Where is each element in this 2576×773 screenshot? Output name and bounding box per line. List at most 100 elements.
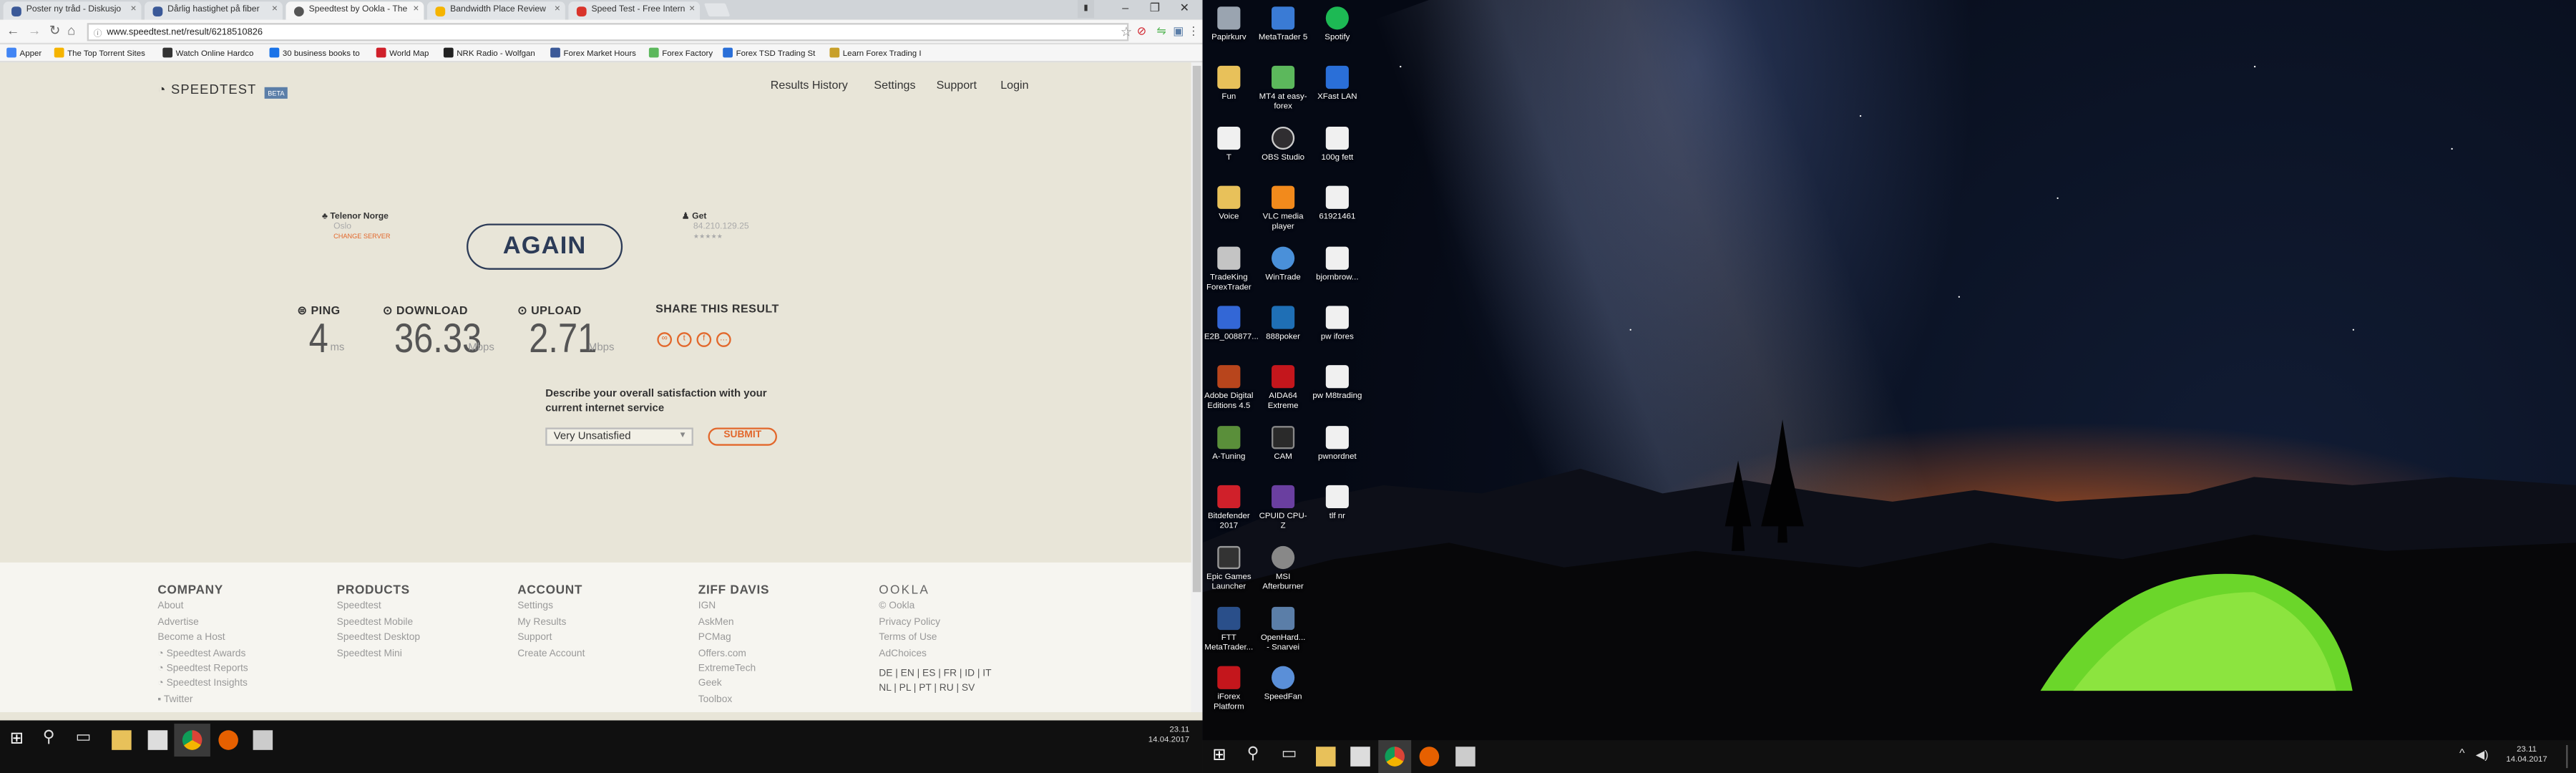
bookmark[interactable]: Forex Market Hours — [550, 47, 636, 59]
footer-link[interactable]: Toolbox — [698, 694, 769, 709]
bookmark[interactable]: NRK Radio - Wolfgan — [443, 47, 535, 59]
footer-link[interactable]: About — [157, 601, 248, 617]
firefox-icon[interactable] — [218, 730, 238, 750]
scrollbar[interactable] — [1191, 62, 1203, 712]
footer-link[interactable]: AdChoices — [879, 648, 991, 663]
desktop-icon-file[interactable]: pw ifores — [1312, 306, 1362, 342]
desktop-icon-file[interactable]: tlf nr — [1312, 485, 1362, 521]
desktop-icon-mt4[interactable]: MT4 at easy-forex — [1259, 65, 1308, 112]
desktop-icon-atuning[interactable]: A-Tuning — [1204, 426, 1254, 462]
footer-link[interactable]: Speedtest Desktop — [337, 632, 420, 648]
satisfaction-select[interactable]: Very Unsatisfied ▼ — [545, 427, 693, 446]
nav-results-history[interactable]: Results History — [771, 81, 848, 92]
desktop-icon-file[interactable]: bjornbrow... — [1312, 246, 1362, 283]
tray-chevron-icon[interactable]: ^ — [2459, 749, 2465, 760]
menu-icon[interactable]: ⋮ — [1188, 24, 1199, 38]
ookla-logo[interactable]: OOKLA — [879, 582, 991, 598]
taskbar-chrome-active[interactable] — [174, 724, 210, 757]
search-icon[interactable]: ⚲ — [43, 729, 63, 749]
nav-support[interactable]: Support — [937, 81, 977, 92]
facebook-icon[interactable]: f — [696, 332, 712, 347]
store-icon[interactable] — [147, 730, 168, 750]
nav-login[interactable]: Login — [1000, 81, 1028, 92]
close-window-button[interactable]: ✕ — [1170, 0, 1199, 18]
desktop-icon-bitdefender[interactable]: Bitdefender 2017 — [1204, 485, 1254, 531]
extension-icon[interactable]: ⊘ — [1137, 24, 1146, 38]
desktop-icon-afterburner[interactable]: MSI Afterburner — [1259, 545, 1308, 592]
windows-start-icon[interactable]: ⊞ — [10, 730, 30, 750]
bookmark[interactable]: Forex Factory — [648, 47, 713, 59]
footer-link[interactable]: Terms of Use — [879, 632, 991, 648]
calculator-icon[interactable] — [1455, 747, 1475, 767]
taskbar-chrome-active[interactable] — [1378, 740, 1412, 773]
desktop-icon-file[interactable]: pwnordnet — [1312, 426, 1362, 462]
bookmark-star-icon[interactable]: ☆ — [1120, 24, 1132, 39]
nav-settings[interactable]: Settings — [874, 81, 915, 92]
close-tab-icon[interactable]: × — [130, 5, 136, 15]
speedtest-logo[interactable]: ◔ SPEEDTEST — [157, 82, 256, 97]
bookmark[interactable]: Learn Forex Trading I — [829, 47, 922, 59]
task-view-icon[interactable]: ▭ — [76, 729, 96, 749]
desktop-icon-spotify[interactable]: Spotify — [1312, 6, 1362, 43]
clock-left[interactable]: 23.11 14.04.2017 — [1133, 725, 1189, 745]
extension-icon[interactable]: ▣ — [1173, 24, 1184, 38]
tab-4[interactable]: Bandwidth Place Review × — [426, 1, 565, 20]
submit-button[interactable]: SUBMIT — [708, 427, 777, 446]
footer-link[interactable]: My Results — [517, 616, 585, 632]
tab-1[interactable]: Poster ny tråd - Diskusjo × — [3, 1, 142, 20]
desktop-icon-tradeking[interactable]: TradeKing ForexTrader — [1204, 246, 1254, 293]
desktop-icon-file[interactable]: 61921461 — [1312, 185, 1362, 222]
desktop-icon-cpuz[interactable]: CPUID CPU-Z — [1259, 485, 1308, 531]
desktop-icon-vlc[interactable]: VLC media player — [1259, 185, 1308, 232]
bookmark[interactable]: Watch Online Hardco — [162, 47, 253, 59]
desktop-icon-folder[interactable]: Voice — [1204, 185, 1254, 222]
close-tab-icon[interactable]: × — [272, 5, 278, 15]
calculator-icon[interactable] — [253, 730, 273, 750]
profile-button[interactable]: ▮ — [1078, 0, 1095, 19]
rating-stars[interactable]: ★★★★★ — [693, 232, 749, 240]
extension-icon[interactable]: ⇋ — [1156, 24, 1166, 38]
close-tab-icon[interactable]: × — [555, 5, 560, 15]
file-explorer-icon[interactable] — [1316, 747, 1336, 767]
desktop-icon-metatrader5[interactable]: MetaTrader 5 — [1259, 6, 1308, 43]
home-icon[interactable]: ⌂ — [67, 23, 75, 38]
bookmark[interactable]: 30 business books to — [269, 47, 360, 59]
back-icon[interactable]: ← — [6, 23, 19, 38]
desktop-icon-openhardware[interactable]: OpenHard... - Snarvei — [1259, 606, 1308, 653]
footer-link[interactable]: Create Account — [517, 648, 585, 663]
footer-link[interactable]: Speedtest Mobile — [337, 616, 420, 632]
store-icon[interactable] — [1350, 747, 1370, 767]
tab-2[interactable]: Dårlig hastighet på fiber × — [145, 1, 283, 20]
desktop-icon-adobe[interactable]: Adobe Digital Editions 4.5 — [1204, 365, 1254, 411]
desktop-icon-xfast[interactable]: XFast LAN — [1312, 65, 1362, 102]
footer-link[interactable]: Become a Host — [157, 632, 248, 648]
footer-link[interactable]: ◔ Speedtest Awards — [157, 648, 248, 663]
desktop-icon-recycle-bin[interactable]: Papirkurv — [1204, 6, 1254, 43]
footer-link[interactable]: Offers.com — [698, 648, 769, 663]
footer-link[interactable]: Privacy Policy — [879, 616, 991, 632]
bookmark[interactable]: Forex TSD Trading St — [723, 47, 815, 59]
file-explorer-icon[interactable] — [112, 730, 132, 750]
language-links[interactable]: DE | EN | ES | FR | ID | IT — [879, 668, 991, 684]
desktop-icon-ftt[interactable]: FTT MetaTrader... — [1204, 606, 1254, 653]
task-view-icon[interactable]: ▭ — [1282, 745, 1302, 765]
footer-link[interactable]: IGN — [698, 601, 769, 617]
minimize-button[interactable]: – — [1111, 0, 1140, 18]
tab-5[interactable]: Speed Test - Free Intern × — [568, 1, 701, 20]
search-icon[interactable]: ⚲ — [1247, 745, 1267, 765]
language-links[interactable]: NL | PL | PT | RU | SV — [879, 684, 991, 699]
desktop-icon-wintrade[interactable]: WinTrade — [1259, 246, 1308, 283]
clock-right[interactable]: 23.11 14.04.2017 — [2494, 745, 2560, 765]
footer-link[interactable]: AskMen — [698, 616, 769, 632]
footer-link[interactable]: PCMag — [698, 632, 769, 648]
address-bar[interactable]: ⓘ www.speedtest.net/result/6218510826 ☆ — [87, 23, 1132, 42]
new-tab-button[interactable] — [703, 3, 731, 16]
close-tab-icon[interactable]: × — [413, 5, 419, 15]
bookmark[interactable]: World Map — [376, 47, 429, 59]
volume-icon[interactable]: ◀) — [2476, 749, 2489, 762]
footer-link[interactable]: ▪ Twitter — [157, 694, 248, 709]
desktop-icon-iforex[interactable]: iForex Platform — [1204, 666, 1254, 712]
scrollbar-thumb[interactable] — [1192, 65, 1201, 593]
desktop-icon-888poker[interactable]: 888poker — [1259, 306, 1308, 342]
footer-link[interactable]: Geek — [698, 679, 769, 694]
